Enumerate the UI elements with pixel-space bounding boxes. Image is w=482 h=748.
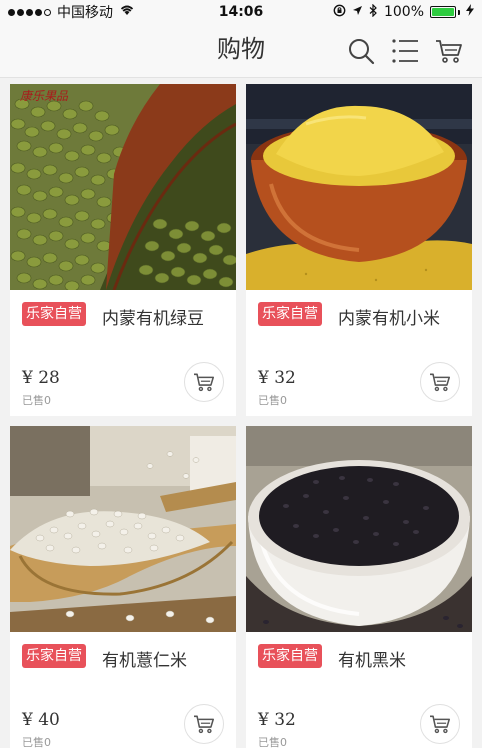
product-card[interactable]: 乐家自营 内蒙有机小米 ¥ 32 已售0 (246, 84, 472, 416)
self-operated-badge: 乐家自营 (258, 302, 322, 326)
product-card[interactable]: 康乐果品 乐家自营 内蒙有机绿豆 ¥ 28 已售0 (10, 84, 236, 416)
self-operated-badge: 乐家自营 (22, 302, 86, 326)
product-info: 乐家自营 有机黑米 ¥ 32 已售0 (246, 632, 472, 748)
status-bar: 中国移动 14:06 100% (0, 0, 482, 24)
cart-icon[interactable] (434, 36, 464, 66)
search-icon[interactable] (346, 36, 376, 66)
product-grid: 康乐果品 乐家自营 内蒙有机绿豆 ¥ 28 已售0 乐家自营 内蒙有机小米 ¥ … (10, 84, 472, 748)
sold-count: 已售0 (258, 736, 287, 748)
sold-count: 已售0 (22, 736, 51, 748)
menu-list-icon[interactable] (390, 36, 420, 66)
signal-icon (8, 8, 51, 16)
cart-icon (430, 715, 450, 734)
self-operated-badge: 乐家自营 (258, 644, 322, 668)
product-name: 内蒙有机绿豆 (102, 309, 204, 329)
product-name: 有机薏仁米 (102, 651, 187, 671)
product-card[interactable]: 乐家自营 有机薏仁米 ¥ 40 已售0 (10, 426, 236, 748)
battery-percent: 100% (383, 4, 424, 20)
sold-count: 已售0 (22, 394, 51, 407)
cart-icon (194, 715, 214, 734)
product-price: ¥ 32 (258, 710, 296, 730)
charging-icon (466, 4, 474, 20)
nav-actions (346, 36, 464, 66)
wifi-icon (119, 4, 135, 20)
brand-watermark: 康乐果品 (20, 89, 69, 103)
product-price: ¥ 32 (258, 368, 296, 388)
product-card[interactable]: 乐家自营 有机黑米 ¥ 32 已售0 (246, 426, 472, 748)
carrier-label: 中国移动 (57, 5, 113, 21)
bluetooth-icon (369, 3, 378, 21)
product-image-millet[interactable] (246, 84, 472, 290)
product-info: 乐家自营 有机薏仁米 ¥ 40 已售0 (10, 632, 236, 748)
product-info: 乐家自营 内蒙有机绿豆 ¥ 28 已售0 (10, 290, 236, 416)
status-right: 100% (333, 3, 474, 21)
rotation-lock-icon (333, 4, 346, 21)
self-operated-badge: 乐家自营 (22, 644, 86, 668)
sold-count: 已售0 (258, 394, 287, 407)
add-to-cart-button[interactable] (420, 704, 460, 744)
add-to-cart-button[interactable] (184, 362, 224, 402)
location-icon (352, 4, 363, 20)
add-to-cart-button[interactable] (420, 362, 460, 402)
product-price: ¥ 40 (22, 710, 60, 730)
product-image-mung-beans[interactable]: 康乐果品 (10, 84, 236, 290)
battery-icon (430, 6, 460, 18)
product-name: 内蒙有机小米 (338, 309, 440, 329)
product-info: 乐家自营 内蒙有机小米 ¥ 32 已售0 (246, 290, 472, 416)
add-to-cart-button[interactable] (184, 704, 224, 744)
cart-icon (430, 373, 450, 392)
status-left: 中国移动 (8, 2, 135, 22)
product-name: 有机黑米 (338, 651, 406, 671)
clock-time: 14:06 (218, 4, 264, 20)
product-price: ¥ 28 (22, 368, 60, 388)
navigation-bar: 购物 (0, 24, 482, 78)
product-image-barley[interactable] (10, 426, 236, 632)
product-image-black-rice[interactable] (246, 426, 472, 632)
cart-icon (194, 373, 214, 392)
